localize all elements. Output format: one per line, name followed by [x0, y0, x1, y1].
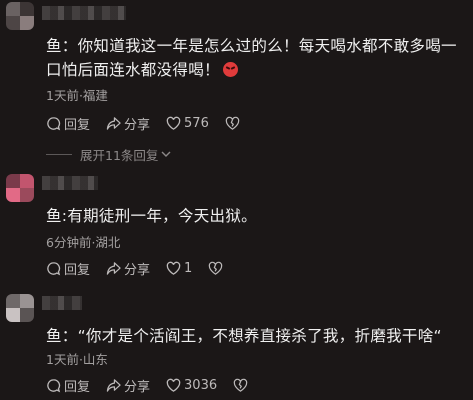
comment-meta: 6分钟前·湖北: [46, 235, 121, 250]
comment-actions: 回复 分享 576: [46, 113, 259, 133]
reply-icon: [47, 378, 61, 392]
like-button[interactable]: 576: [166, 116, 209, 131]
dislike-button[interactable]: [225, 116, 243, 131]
share-button[interactable]: 分享: [106, 114, 150, 133]
reply-label: 回复: [64, 379, 91, 395]
share-icon: [106, 116, 121, 130]
like-button[interactable]: 1: [166, 261, 192, 276]
expand-replies-label: 展开11条回复: [80, 147, 159, 163]
comment-meta: 1天前·福建: [46, 88, 108, 103]
share-label: 分享: [124, 379, 151, 395]
reply-button[interactable]: 回复: [46, 376, 90, 395]
share-label: 分享: [124, 117, 151, 133]
avatar[interactable]: [6, 2, 34, 30]
comment-meta: 1天前·山东: [46, 352, 108, 367]
comment-item: 鱼：“你才是个活阎王，不想养直接杀了我，折磨我干啥“ 1天前·山东 回复 分享 …: [0, 286, 473, 400]
reply-icon: [47, 261, 61, 275]
comment-actions: 回复 分享 1: [46, 258, 242, 278]
comment-text: 鱼:有期徒刑一年，今天出狱。: [46, 207, 257, 225]
comment-item: 鱼:有期徒刑一年，今天出狱。 6分钟前·湖北 回复 分享 1: [0, 168, 473, 280]
expand-replies-button[interactable]: 展开11条回复: [46, 146, 171, 163]
reply-icon: [47, 116, 61, 130]
broken-heart-icon: [233, 378, 248, 392]
chevron-down-icon: [161, 151, 171, 157]
comment-text: 鱼：“你才是个活阎王，不想养直接杀了我，折磨我干啥“: [46, 327, 442, 345]
username-blurred[interactable]: [42, 296, 82, 310]
username-blurred[interactable]: [42, 6, 126, 20]
share-icon: [106, 261, 121, 275]
reply-label: 回复: [64, 117, 91, 133]
angry-face-emoji-icon: [222, 62, 238, 77]
reply-label: 回复: [64, 262, 91, 278]
comment-text: 鱼：你知道我这一年是怎么过的么！每天喝水都不敢多喝一口怕后面连水都没得喝！: [46, 37, 457, 79]
comment-item: 鱼：你知道我这一年是怎么过的么！每天喝水都不敢多喝一口怕后面连水都没得喝！ 1天…: [0, 0, 473, 140]
broken-heart-icon: [209, 261, 223, 275]
like-count: 1: [184, 260, 193, 276]
like-count: 576: [184, 115, 209, 131]
dislike-button[interactable]: [208, 261, 226, 276]
dislike-button[interactable]: [233, 378, 251, 393]
avatar[interactable]: [6, 294, 34, 322]
reply-button[interactable]: 回复: [46, 259, 90, 278]
heart-icon: [166, 116, 181, 130]
like-count: 3036: [184, 377, 218, 393]
comment-list: 鱼：你知道我这一年是怎么过的么！每天喝水都不敢多喝一口怕后面连水都没得喝！ 1天…: [0, 0, 473, 400]
share-label: 分享: [124, 262, 151, 278]
like-button[interactable]: 3036: [166, 378, 217, 393]
share-button[interactable]: 分享: [106, 376, 150, 395]
comment-actions: 回复 分享 3036: [46, 375, 267, 395]
share-button[interactable]: 分享: [106, 259, 150, 278]
reply-button[interactable]: 回复: [46, 114, 90, 133]
heart-icon: [166, 378, 181, 392]
username-blurred[interactable]: [42, 176, 98, 190]
avatar[interactable]: [6, 174, 34, 202]
share-icon: [106, 378, 121, 392]
heart-icon: [166, 261, 181, 275]
broken-heart-icon: [225, 116, 240, 130]
divider-line: [46, 153, 72, 155]
